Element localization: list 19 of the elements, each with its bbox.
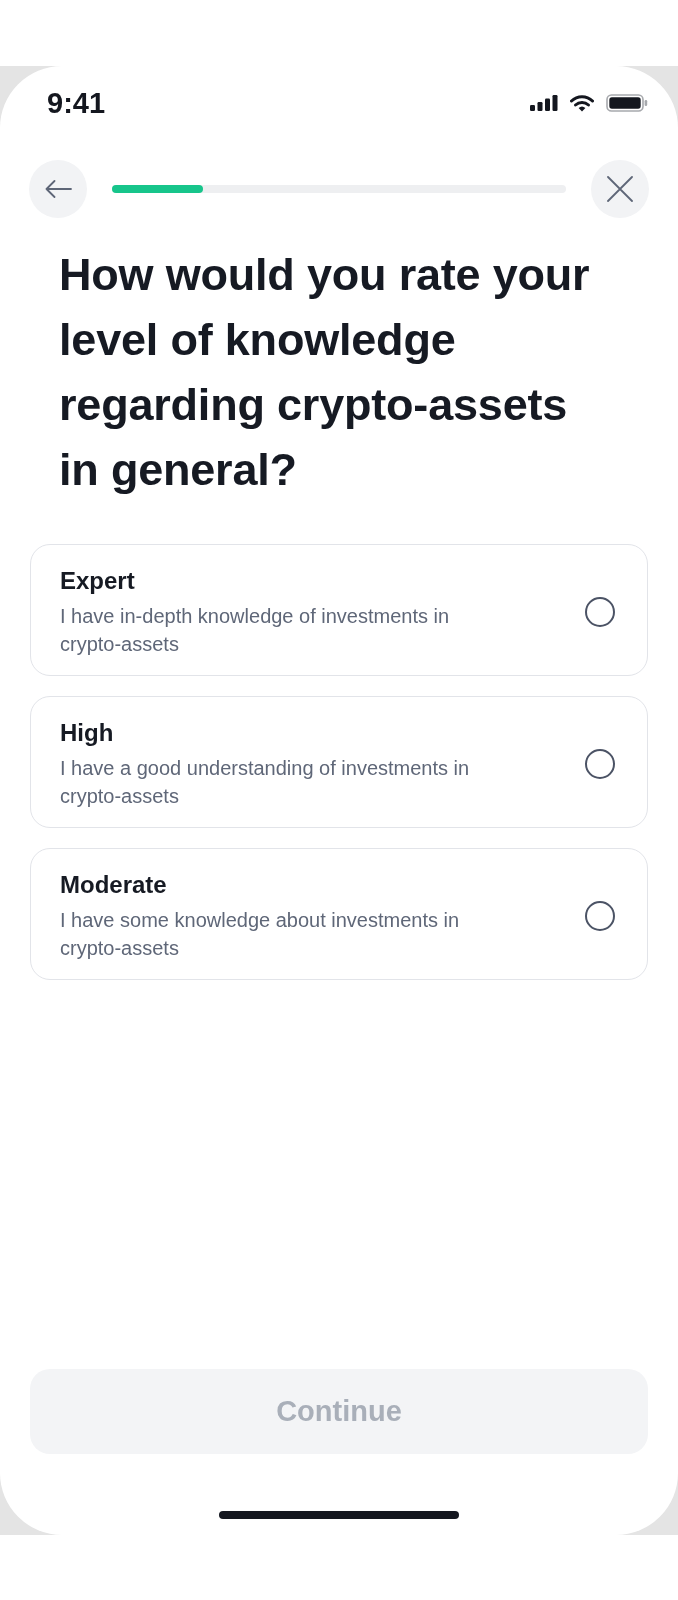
option-card[interactable]: High I have a good understanding of investments in crypto-assets (30, 696, 648, 828)
option-title: Moderate (60, 870, 168, 900)
battery-icon (606, 94, 648, 112)
radio-button[interactable] (585, 597, 615, 627)
close-icon (607, 176, 633, 202)
signal-icon (530, 95, 558, 111)
radio-button[interactable] (585, 749, 615, 779)
wifi-icon (570, 94, 594, 112)
option-description: I have some knowledge about investments in crypto-assets (60, 908, 461, 961)
status-time: 9:41 (47, 88, 106, 118)
back-arrow-icon (44, 180, 72, 198)
option-description: I have a good understanding of investments in crypto-assets (60, 756, 471, 809)
question-title: How would you rate your level of knowledge regarding crypto-assets in general? (59, 248, 591, 497)
option-title: Expert (60, 566, 136, 596)
radio-button[interactable] (585, 901, 615, 931)
option-description: I have in-depth knowledge of investments in crypto-assets (60, 604, 451, 657)
option-card[interactable]: Expert I have in-depth knowledge of investments in crypto-assets (30, 544, 648, 676)
option-card[interactable]: Moderate I have some knowledge about investments in crypto-assets (30, 848, 648, 980)
option-title: High (60, 718, 115, 748)
